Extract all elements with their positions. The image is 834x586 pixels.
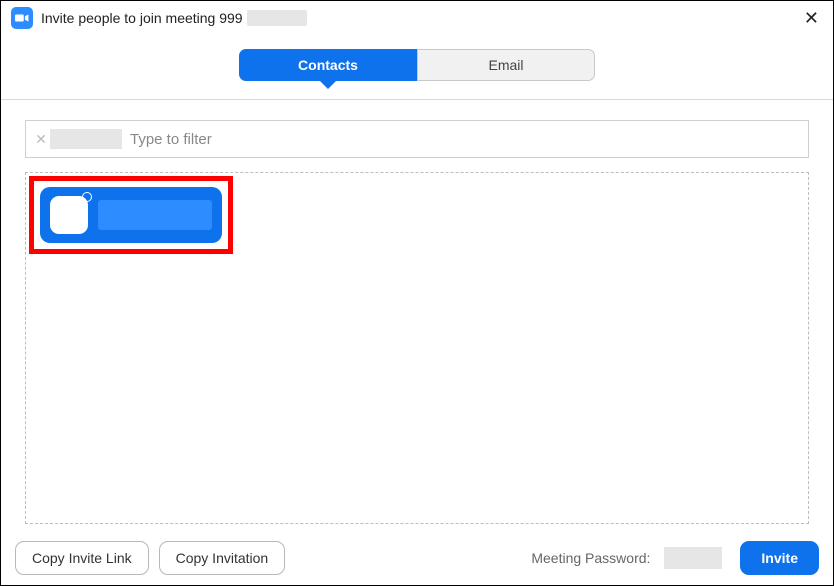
tab-email-label: Email xyxy=(488,57,523,73)
meeting-password-label: Meeting Password: xyxy=(531,550,650,566)
tab-email[interactable]: Email xyxy=(417,49,595,81)
selected-contact-chip[interactable]: ✕ xyxy=(32,129,122,149)
contact-name-redacted xyxy=(98,200,212,230)
titlebar: Invite people to join meeting 999 ✕ xyxy=(1,1,833,35)
contact-card[interactable] xyxy=(40,187,222,243)
tabbar: Contacts Email xyxy=(1,35,833,100)
copy-invite-link-button[interactable]: Copy Invite Link xyxy=(15,541,149,575)
tab-contacts-label: Contacts xyxy=(298,57,358,73)
content: ✕ xyxy=(1,100,833,524)
window-title-text: Invite people to join meeting 999 xyxy=(41,10,243,26)
chip-label-redacted xyxy=(50,129,122,149)
window-title: Invite people to join meeting 999 xyxy=(41,10,307,26)
copy-invite-link-label: Copy Invite Link xyxy=(32,550,132,566)
tab-contacts[interactable]: Contacts xyxy=(239,49,417,81)
zoom-app-icon xyxy=(11,7,33,29)
contacts-area xyxy=(25,172,809,524)
presence-indicator-icon xyxy=(82,192,92,202)
copy-invitation-label: Copy Invitation xyxy=(176,550,269,566)
filter-bar: ✕ xyxy=(25,120,809,158)
invite-button-label: Invite xyxy=(761,550,798,566)
close-button[interactable]: ✕ xyxy=(804,9,819,27)
tabgroup: Contacts Email xyxy=(239,49,595,81)
footer: Copy Invite Link Copy Invitation Meeting… xyxy=(1,531,833,585)
avatar xyxy=(50,196,88,234)
filter-input[interactable] xyxy=(128,130,802,149)
invite-button[interactable]: Invite xyxy=(740,541,819,575)
highlight-annotation xyxy=(29,176,233,254)
meeting-password-redacted xyxy=(664,547,722,569)
chip-remove-icon[interactable]: ✕ xyxy=(32,130,50,148)
window-title-redacted xyxy=(247,10,307,26)
copy-invitation-button[interactable]: Copy Invitation xyxy=(159,541,286,575)
